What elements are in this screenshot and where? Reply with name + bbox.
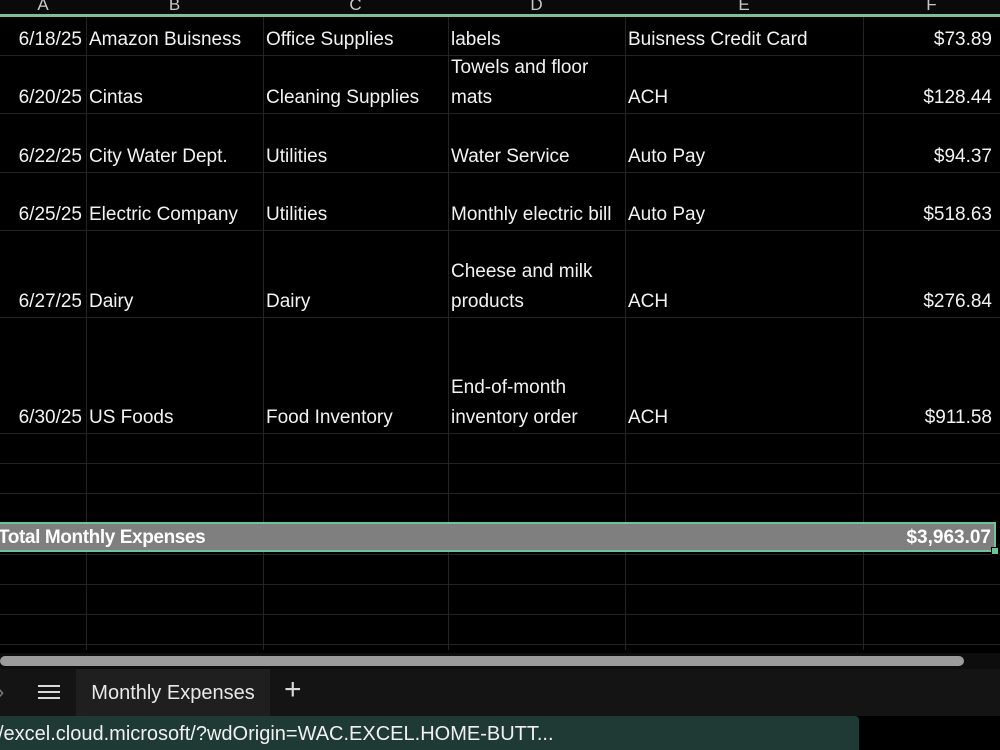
payment-cell[interactable]: ACH [625,230,863,317]
category-cell[interactable]: Food Inventory [263,317,448,433]
date-cell[interactable]: 6/25/25 [0,172,86,230]
vendor-cell[interactable]: US Foods [86,317,263,433]
date-cell[interactable]: 6/22/25 [0,113,86,172]
amount-cell[interactable]: $276.84 [863,230,1000,317]
category-cell[interactable]: Office Supplies [263,23,448,55]
status-url-text: /excel.cloud.microsoft/?wdOrigin=WAC.EXC… [0,723,554,745]
category-cell[interactable]: Cleaning Supplies [263,55,448,113]
date-cell[interactable]: 6/27/25 [0,230,86,317]
gridline [0,554,1000,555]
column-header-c[interactable]: C [263,0,448,13]
amount-cell[interactable]: $128.44 [863,55,1000,113]
sheet-tab-label: Monthly Expenses [91,682,255,704]
description-text: Towels and floor mats [451,57,589,108]
vendor-cell[interactable]: Dairy [86,230,263,317]
description-text: Cheese and milk products [451,261,593,312]
table-row: 6/25/25 Electric Company Utilities Month… [0,172,1000,230]
description-cell[interactable]: End-of-month inventory order [448,317,625,433]
column-header-a[interactable]: A [0,0,86,13]
column-header-f[interactable]: F [863,0,1000,13]
amount-cell[interactable]: $94.37 [863,113,1000,172]
gridline [0,463,1000,464]
description-cell[interactable]: Cheese and milk products [448,230,625,317]
column-header-b[interactable]: B [86,0,263,13]
total-label: Total Monthly Expenses [0,527,206,548]
total-value: $3,963.07 [906,527,991,548]
fill-handle[interactable] [991,547,999,555]
payment-cell[interactable]: ACH [625,317,863,433]
sheet-tab-bar: › Monthly Expenses + [0,669,1000,716]
gridline [0,644,1000,645]
description-cell[interactable]: Water Service [448,113,625,172]
plus-icon[interactable]: + [284,675,302,705]
description-cell[interactable]: labels [448,23,625,55]
total-row[interactable]: Total Monthly Expenses $3,963.07 [0,522,999,555]
vendor-cell[interactable]: Amazon Buisness [86,23,263,55]
vendor-cell[interactable]: Cintas [86,55,263,113]
date-cell[interactable]: 6/20/25 [0,55,86,113]
amount-cell[interactable]: $518.63 [863,172,1000,230]
table-row: 6/27/25 Dairy Dairy Cheese and milk prod… [0,230,1000,317]
description-text: End-of-month inventory order [451,377,578,428]
description-text: labels [451,29,501,50]
table-row: 6/20/25 Cintas Cleaning Supplies Towels … [0,55,1000,113]
column-headers: A B C D E F [0,0,1000,17]
scrollbar-thumb[interactable] [0,656,964,666]
date-cell[interactable]: 6/18/25 [0,23,86,55]
column-header-e[interactable]: E [625,0,863,13]
horizontal-scrollbar[interactable] [0,653,1000,669]
vendor-cell[interactable]: City Water Dept. [86,113,263,172]
table-row: 6/30/25 US Foods Food Inventory End-of-m… [0,317,1000,433]
payment-cell[interactable]: Buisness Credit Card [625,23,863,55]
amount-cell[interactable]: $911.58 [863,317,1000,433]
spreadsheet-grid: 6/18/25 Amazon Buisness Office Supplies … [0,17,1000,650]
category-cell[interactable]: Utilities [263,113,448,172]
amount-cell[interactable]: $73.89 [863,23,1000,55]
vendor-cell[interactable]: Electric Company [86,172,263,230]
hamburger-menu-icon[interactable] [38,681,60,703]
description-cell[interactable]: Monthly electric bill [448,172,625,230]
chevron-right-icon[interactable]: › [0,679,4,705]
payment-cell[interactable]: Auto Pay [625,172,863,230]
payment-cell[interactable]: Auto Pay [625,113,863,172]
gridline [0,493,1000,494]
date-cell[interactable]: 6/30/25 [0,317,86,433]
table-row: 6/18/25 Amazon Buisness Office Supplies … [0,23,1000,55]
sheet-tab-monthly-expenses[interactable]: Monthly Expenses [76,669,270,716]
description-cell[interactable]: Towels and floor mats [448,55,625,113]
category-cell[interactable]: Utilities [263,172,448,230]
status-url-bar: /excel.cloud.microsoft/?wdOrigin=WAC.EXC… [0,716,859,750]
payment-cell[interactable]: ACH [625,55,863,113]
table-row: 6/22/25 City Water Dept. Utilities Water… [0,113,1000,172]
description-text: Monthly electric bill [451,204,612,225]
category-cell[interactable]: Dairy [263,230,448,317]
gridline [0,614,1000,615]
gridline [0,433,1000,434]
gridline [0,584,1000,585]
column-header-d[interactable]: D [448,0,625,13]
description-text: Water Service [451,146,570,167]
